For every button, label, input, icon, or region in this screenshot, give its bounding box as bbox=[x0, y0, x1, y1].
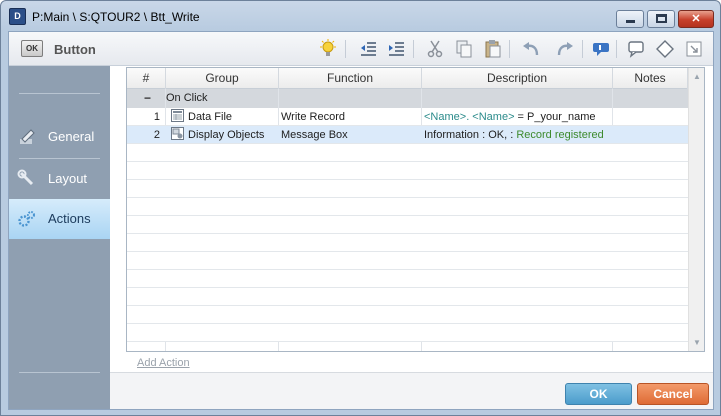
row-group-label: Data File bbox=[188, 111, 233, 123]
event-group-label: On Click bbox=[166, 92, 208, 104]
dialog-content: OK Button General Layout Actions # Group… bbox=[8, 31, 714, 410]
toolbar: OK Button bbox=[9, 32, 713, 66]
row-description: Information : OK, : Record registered bbox=[422, 126, 612, 144]
lightbulb-icon[interactable] bbox=[318, 39, 338, 59]
empty-row bbox=[127, 288, 688, 306]
vertical-scrollbar[interactable]: ▲ ▼ bbox=[688, 68, 704, 351]
description-message-text: Record registered bbox=[516, 129, 604, 141]
sidebar-item-general[interactable]: General bbox=[9, 117, 110, 157]
row-group-cell: Data File bbox=[166, 108, 278, 126]
toolbar-separator bbox=[413, 40, 414, 58]
add-action-link[interactable]: Add Action bbox=[137, 357, 190, 369]
event-group-row[interactable]: − On Click bbox=[127, 89, 688, 108]
row-number: 1 bbox=[153, 111, 160, 123]
expand-icon[interactable] bbox=[684, 39, 704, 59]
row-description: <Name>. <Name> = P_your_name bbox=[422, 108, 612, 126]
ok-button[interactable]: OK bbox=[565, 383, 632, 405]
sidebar-item-actions[interactable]: Actions bbox=[9, 199, 110, 239]
speech-bubble-icon[interactable] bbox=[626, 39, 646, 59]
dialog-window: D P:Main \ S:QTOUR2 \ Btt_Write ✕ OK But… bbox=[0, 0, 721, 416]
maximize-button[interactable] bbox=[647, 10, 675, 28]
indent-icon[interactable] bbox=[386, 39, 406, 59]
sidebar-item-label: General bbox=[48, 129, 95, 144]
empty-row bbox=[127, 252, 688, 270]
row-notes bbox=[613, 108, 688, 126]
empty-row bbox=[127, 324, 688, 342]
column-header-notes[interactable]: Notes bbox=[613, 68, 688, 89]
row-function: Write Record bbox=[281, 111, 345, 123]
sidebar-item-label: Actions bbox=[48, 211, 91, 226]
scroll-up-icon[interactable]: ▲ bbox=[689, 68, 704, 85]
gears-icon bbox=[17, 209, 37, 229]
empty-row bbox=[127, 198, 688, 216]
empty-row bbox=[127, 234, 688, 252]
toolbar-separator bbox=[509, 40, 510, 58]
empty-row bbox=[127, 306, 688, 324]
cut-icon[interactable] bbox=[425, 39, 445, 59]
paste-icon[interactable] bbox=[483, 39, 503, 59]
comment-icon[interactable] bbox=[591, 39, 611, 59]
sidebar-divider bbox=[19, 372, 100, 373]
outdent-icon[interactable] bbox=[358, 39, 378, 59]
column-header-number[interactable]: # bbox=[127, 68, 166, 89]
sidebar-item-label: Layout bbox=[48, 171, 88, 186]
empty-row bbox=[127, 162, 688, 180]
data-file-icon bbox=[171, 109, 184, 122]
tag-icon[interactable] bbox=[655, 39, 675, 59]
window-title: P:Main \ S:QTOUR2 \ Btt_Write bbox=[32, 10, 200, 24]
app-logo-icon: D bbox=[9, 8, 26, 25]
description-object-names: <Name>. <Name> bbox=[424, 111, 515, 123]
toolbar-separator bbox=[616, 40, 617, 58]
wrench-icon bbox=[17, 169, 37, 189]
object-type-label: Button bbox=[54, 42, 96, 57]
maximize-icon bbox=[655, 14, 667, 23]
toolbar-separator bbox=[345, 40, 346, 58]
button-object-icon: OK bbox=[21, 40, 43, 57]
row-notes bbox=[613, 126, 688, 144]
empty-row bbox=[127, 180, 688, 198]
sidebar-divider bbox=[19, 93, 100, 94]
undo-icon[interactable] bbox=[521, 39, 541, 59]
cancel-button[interactable]: Cancel bbox=[637, 383, 709, 405]
table-row[interactable]: 1 Data File Write Record <Name>. <Name> … bbox=[127, 108, 688, 126]
collapse-icon[interactable]: − bbox=[144, 91, 151, 105]
description-message-type: Information : OK, : bbox=[424, 129, 517, 141]
scroll-down-icon[interactable]: ▼ bbox=[689, 334, 704, 351]
dialog-footer: OK Cancel bbox=[110, 372, 713, 409]
row-group-cell: Display Objects bbox=[166, 126, 278, 144]
column-header-description[interactable]: Description bbox=[422, 68, 613, 89]
copy-icon[interactable] bbox=[454, 39, 474, 59]
row-group-label: Display Objects bbox=[188, 129, 265, 141]
empty-row bbox=[127, 144, 688, 162]
sidebar-item-layout[interactable]: Layout bbox=[9, 159, 110, 199]
title-bar: D P:Main \ S:QTOUR2 \ Btt_Write ✕ bbox=[1, 1, 720, 31]
column-header-function[interactable]: Function bbox=[279, 68, 422, 89]
row-number: 2 bbox=[153, 129, 160, 141]
minimize-icon bbox=[625, 20, 635, 23]
grid-header: # Group Function Description Notes bbox=[127, 68, 688, 89]
column-header-group[interactable]: Group bbox=[166, 68, 279, 89]
pencil-icon bbox=[17, 127, 37, 147]
close-button[interactable]: ✕ bbox=[678, 10, 714, 28]
toolbar-separator bbox=[582, 40, 583, 58]
close-icon: ✕ bbox=[691, 13, 701, 25]
sidebar: General Layout Actions bbox=[9, 66, 110, 409]
description-value: = P_your_name bbox=[514, 111, 596, 123]
redo-icon[interactable] bbox=[555, 39, 575, 59]
empty-row bbox=[127, 270, 688, 288]
display-objects-icon bbox=[171, 127, 184, 140]
table-row-selected[interactable]: 2 Display Objects Message Box Informatio… bbox=[127, 126, 688, 144]
row-function: Message Box bbox=[281, 129, 348, 141]
empty-row bbox=[127, 216, 688, 234]
actions-grid: # Group Function Description Notes − On … bbox=[126, 67, 705, 352]
minimize-button[interactable] bbox=[616, 10, 644, 28]
